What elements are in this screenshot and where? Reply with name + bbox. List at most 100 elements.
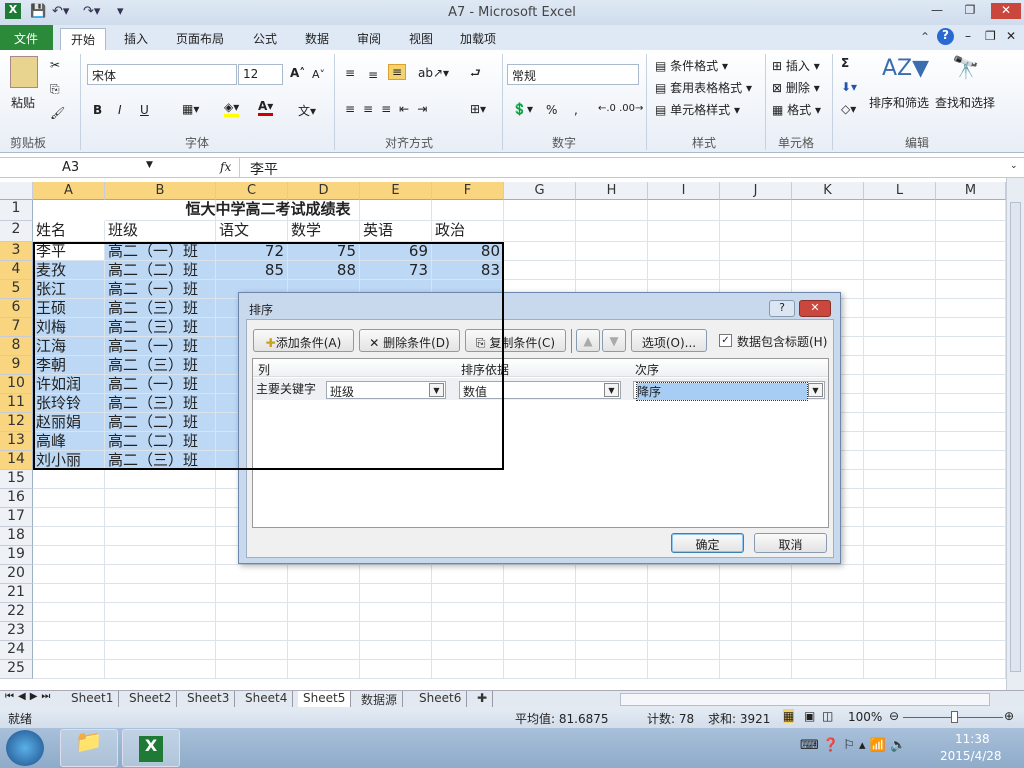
- zoom-in-icon[interactable]: ⊕: [1004, 709, 1014, 723]
- cell[interactable]: [504, 660, 576, 679]
- zoom-level[interactable]: 100%: [848, 710, 882, 724]
- tab-view[interactable]: 视图: [399, 28, 443, 50]
- cell[interactable]: [792, 660, 864, 679]
- row-header[interactable]: 4: [0, 261, 33, 280]
- row-header[interactable]: 12: [0, 413, 33, 432]
- cell[interactable]: [936, 356, 1006, 375]
- sheet-tab[interactable]: Sheet3: [182, 691, 236, 707]
- row-header[interactable]: 22: [0, 603, 33, 622]
- normal-view-icon[interactable]: ▦: [783, 709, 795, 723]
- column-header-H[interactable]: H: [576, 182, 648, 200]
- cell[interactable]: [720, 242, 792, 261]
- tray-icons[interactable]: ⌨ ❓ ⚐ ▴ 📶 🔈: [800, 738, 906, 753]
- tab-file[interactable]: 文件: [0, 25, 53, 50]
- row-header[interactable]: 13: [0, 432, 33, 451]
- cell[interactable]: [216, 641, 288, 660]
- options-button[interactable]: 选项(O)...: [631, 329, 707, 352]
- sort-filter-button[interactable]: 排序和筛选: [869, 94, 929, 111]
- cell[interactable]: [792, 261, 864, 280]
- cell[interactable]: [864, 565, 936, 584]
- tab-formulas[interactable]: 公式: [243, 28, 287, 50]
- cell[interactable]: [864, 603, 936, 622]
- row-header[interactable]: 20: [0, 565, 33, 584]
- fill-color-icon[interactable]: ◈▾: [224, 100, 240, 117]
- cell[interactable]: [432, 565, 504, 584]
- cell[interactable]: [504, 641, 576, 660]
- minimize-ribbon-icon[interactable]: ⌃: [920, 30, 930, 44]
- cell[interactable]: [936, 394, 1006, 413]
- cell[interactable]: [864, 451, 936, 470]
- column-header-L[interactable]: L: [864, 182, 936, 200]
- cell[interactable]: [864, 337, 936, 356]
- cell[interactable]: [288, 622, 360, 641]
- cell[interactable]: [360, 565, 432, 584]
- move-down-button[interactable]: ▼: [602, 329, 626, 352]
- cell[interactable]: [936, 432, 1006, 451]
- cell[interactable]: [864, 660, 936, 679]
- cell[interactable]: [936, 565, 1006, 584]
- cell[interactable]: [432, 584, 504, 603]
- cell[interactable]: [360, 584, 432, 603]
- cell[interactable]: [792, 242, 864, 261]
- delete-cells-button[interactable]: ⊠ 删除 ▾: [772, 79, 820, 96]
- cell[interactable]: [936, 489, 1006, 508]
- format-painter-icon[interactable]: 🖌: [50, 106, 65, 120]
- cell[interactable]: [105, 641, 216, 660]
- cell[interactable]: [576, 584, 648, 603]
- sheet-nav-icons[interactable]: ⏮◀▶⏭: [5, 691, 54, 702]
- find-select-button[interactable]: 查找和选择: [935, 94, 995, 111]
- cell[interactable]: [33, 508, 105, 527]
- insert-sheet-icon[interactable]: ✚: [472, 691, 494, 707]
- cell[interactable]: [576, 200, 648, 221]
- format-cells-button[interactable]: ▦ 格式 ▾: [772, 101, 821, 118]
- cell[interactable]: [936, 470, 1006, 489]
- explorer-taskbar-icon[interactable]: 📁: [60, 729, 118, 767]
- column-header-I[interactable]: I: [648, 182, 720, 200]
- cell[interactable]: [792, 622, 864, 641]
- cell[interactable]: [504, 221, 576, 242]
- cell[interactable]: [288, 565, 360, 584]
- row-header[interactable]: 3: [0, 242, 33, 261]
- font-name-select[interactable]: 宋体: [87, 64, 237, 85]
- sheet-tab[interactable]: Sheet6: [414, 691, 468, 707]
- cell[interactable]: [648, 221, 720, 242]
- underline-button[interactable]: U: [140, 103, 149, 117]
- align-bottom-icon[interactable]: ≡: [388, 64, 407, 80]
- cell[interactable]: [33, 584, 105, 603]
- cell[interactable]: [864, 546, 936, 565]
- sheet-tab[interactable]: Sheet2: [124, 691, 178, 707]
- order-select[interactable]: 降序 ▼: [633, 381, 825, 401]
- cell[interactable]: [720, 261, 792, 280]
- cell[interactable]: [216, 622, 288, 641]
- row-header[interactable]: 25: [0, 660, 33, 679]
- spreadsheet-grid[interactable]: A B C D E F G H I J K L M 1 恒大中学高二考试成绩表 2 姓名 班级 语文 数学 英语 政治 3 李…: [0, 182, 1006, 690]
- cell[interactable]: [360, 641, 432, 660]
- number-format-select[interactable]: 常规: [507, 64, 639, 85]
- cell[interactable]: [792, 641, 864, 660]
- cell[interactable]: [576, 261, 648, 280]
- cell[interactable]: [105, 660, 216, 679]
- cell[interactable]: [504, 584, 576, 603]
- cell[interactable]: [33, 622, 105, 641]
- merge-center-icon[interactable]: ⊞▾: [470, 102, 486, 116]
- tab-review[interactable]: 审阅: [347, 28, 391, 50]
- copy-icon[interactable]: ⎘: [50, 82, 60, 97]
- cell[interactable]: [648, 200, 720, 221]
- cell[interactable]: [648, 622, 720, 641]
- paste-icon[interactable]: [10, 56, 38, 88]
- row-header[interactable]: 14: [0, 451, 33, 470]
- zoom-out-icon[interactable]: ⊖: [889, 709, 899, 723]
- header-cell[interactable]: 政治: [432, 221, 504, 242]
- dialog-close-button[interactable]: ✕: [799, 300, 831, 317]
- sheet-tab[interactable]: Sheet5: [298, 691, 352, 707]
- sheet-tab[interactable]: 数据源: [356, 691, 404, 707]
- zoom-slider-thumb[interactable]: [951, 711, 958, 723]
- cell[interactable]: [216, 603, 288, 622]
- cell-styles-button[interactable]: ▤ 单元格样式 ▾: [655, 101, 740, 118]
- tab-addins[interactable]: 加载项: [450, 28, 506, 50]
- column-header-C[interactable]: C: [216, 182, 288, 200]
- cell[interactable]: [864, 280, 936, 299]
- cell[interactable]: [720, 603, 792, 622]
- cell[interactable]: [936, 660, 1006, 679]
- expand-formula-bar-icon[interactable]: ⌄: [1010, 161, 1018, 171]
